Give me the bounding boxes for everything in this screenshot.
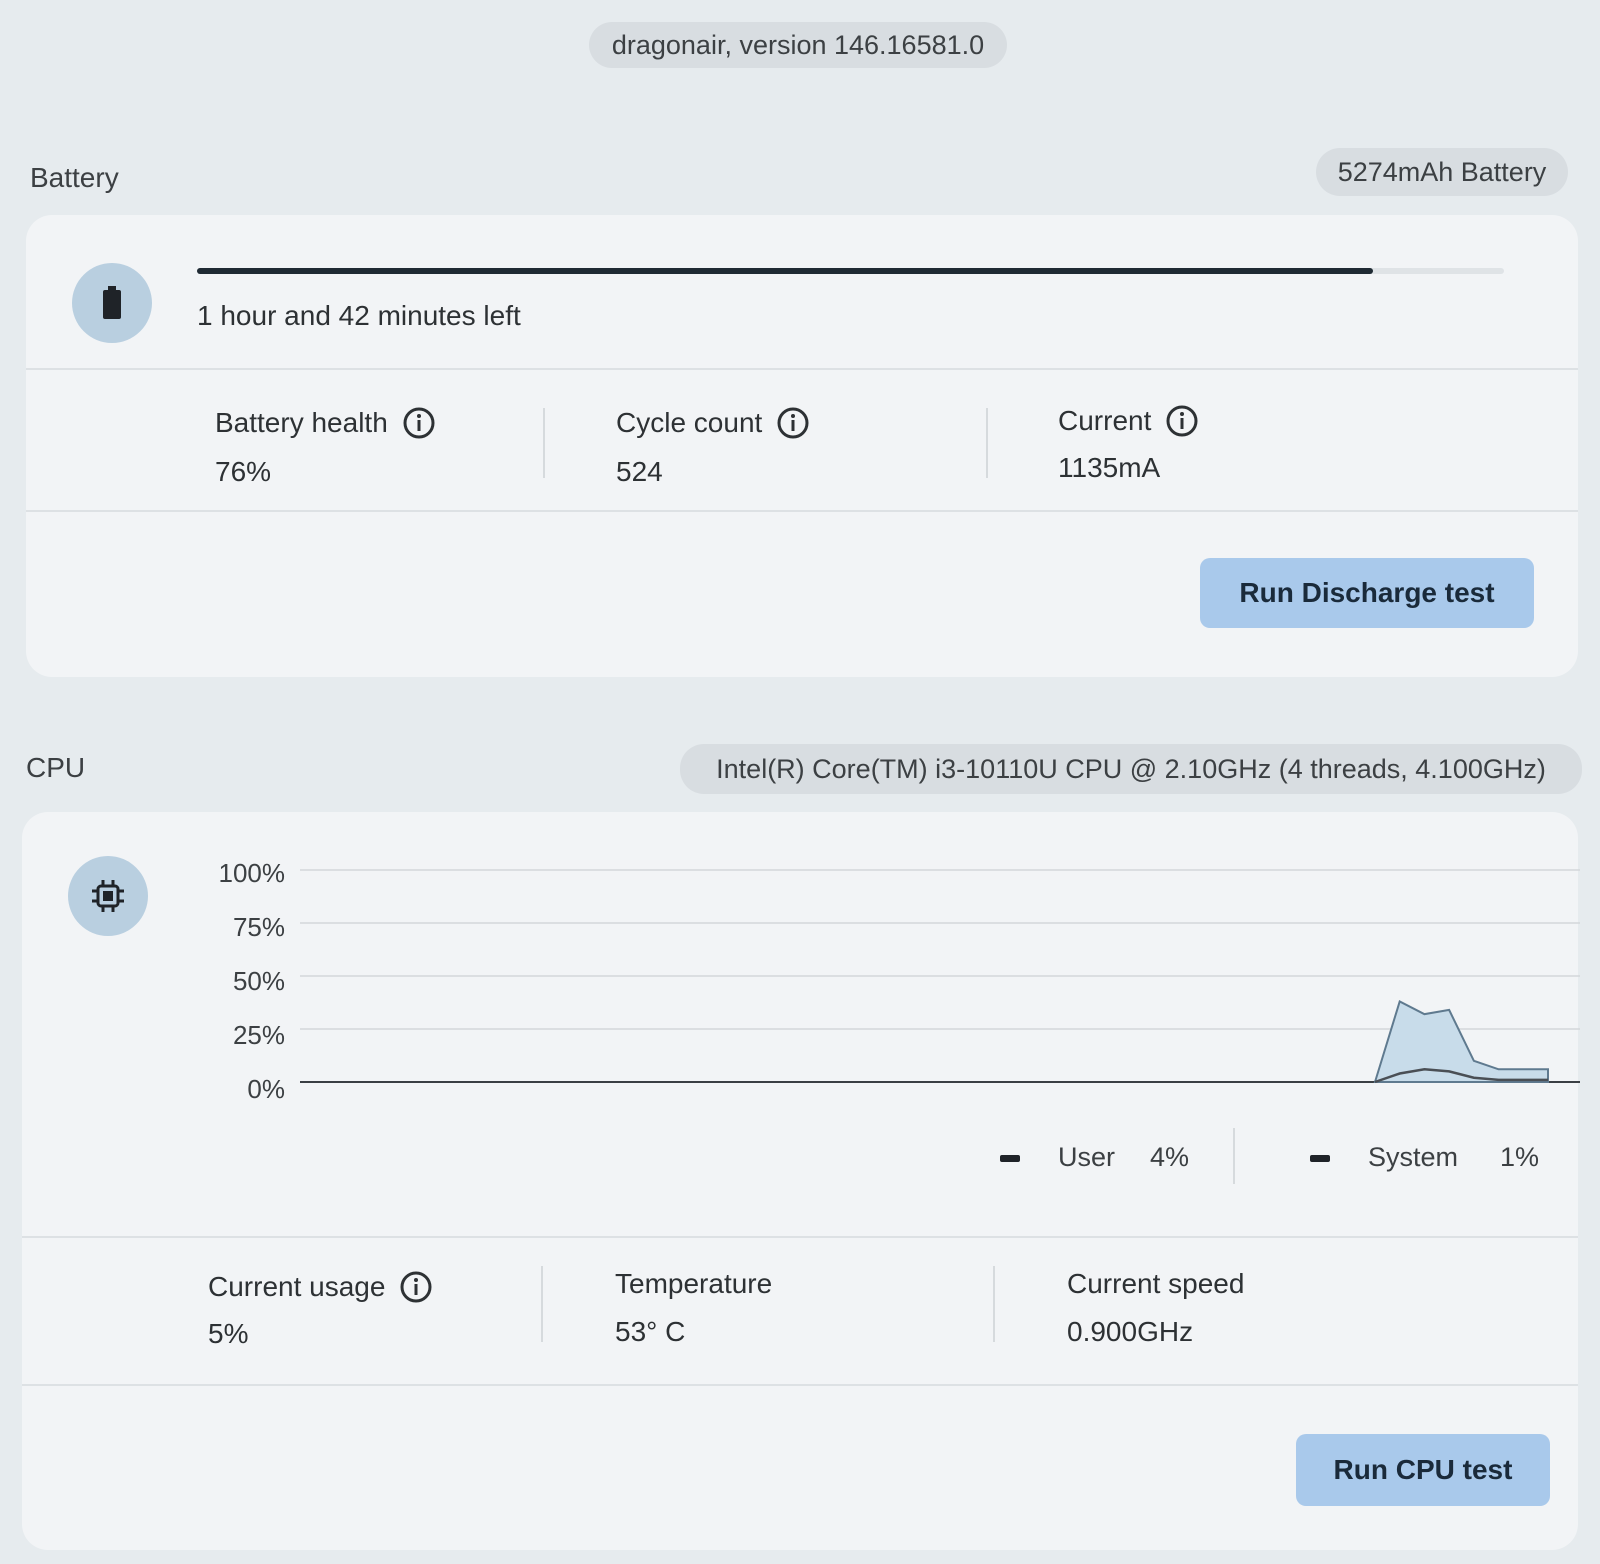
current-label-text: Current [1058, 405, 1152, 436]
y-tick-label: 0% [247, 1074, 285, 1104]
cpu-metric-divider [541, 1266, 543, 1342]
run-cpu-test-button[interactable]: Run CPU test [1296, 1434, 1550, 1506]
system-legend-value: 1% [1500, 1142, 1540, 1172]
battery-metric-divider [986, 408, 988, 478]
info-icon[interactable] [776, 406, 810, 440]
user-series-area [1373, 1000, 1549, 1083]
user-legend-marker [1000, 1155, 1020, 1162]
y-tick-label: 25% [232, 1020, 285, 1050]
run-cpu-test-label: Run CPU test [1333, 1454, 1513, 1485]
battery-capacity-chip: 5274mAh Battery [1316, 148, 1568, 196]
battery-divider-top [26, 368, 1578, 370]
temperature-label: Temperature [615, 1268, 772, 1300]
system-legend-marker [1310, 1155, 1330, 1162]
cycle-count-label-text: Cycle count [616, 407, 763, 438]
y-tick-label: 50% [232, 966, 285, 996]
current-usage-value: 5% [208, 1318, 249, 1349]
battery-time-left: 1 hour and 42 minutes left [197, 300, 521, 331]
info-icon[interactable] [1165, 404, 1199, 438]
battery-capacity-text: 5274mAh Battery [1337, 156, 1547, 187]
user-legend-value: 4% [1150, 1142, 1190, 1172]
current-usage-label-text: Current usage [208, 1271, 386, 1302]
y-tick-label: 75% [232, 912, 285, 942]
current-speed-label: Current speed [1067, 1268, 1244, 1300]
info-icon[interactable] [399, 1270, 433, 1304]
battery-charge-fill [197, 268, 1374, 274]
run-discharge-test-button[interactable]: Run Discharge test [1200, 558, 1534, 628]
system-legend-label: System [1368, 1142, 1459, 1172]
battery-icon [72, 263, 152, 343]
version-text: dragonair, version 146.16581.0 [611, 29, 985, 60]
battery-charge-bar [197, 268, 1504, 274]
legend-divider [1233, 1128, 1235, 1184]
battery-divider-bottom [26, 510, 1578, 512]
info-icon[interactable] [402, 406, 436, 440]
user-legend-label: User [1058, 1142, 1116, 1172]
run-discharge-test-label: Run Discharge test [1239, 577, 1495, 608]
battery-metric-divider [543, 408, 545, 478]
temperature-value: 53° C [615, 1316, 686, 1347]
cycle-count-label: Cycle count [616, 406, 810, 440]
battery-health-value: 76% [215, 456, 272, 487]
version-chip: dragonair, version 146.16581.0 [589, 22, 1007, 68]
battery-health-label: Battery health [215, 406, 436, 440]
cpu-chip-icon [68, 856, 148, 936]
cpu-section-title: CPU [26, 752, 86, 783]
battery-health-label-text: Battery health [215, 407, 388, 438]
cpu-model-chip: Intel(R) Core(TM) i3-10110U CPU @ 2.10GH… [680, 744, 1582, 794]
cycle-count-value: 524 [616, 456, 663, 487]
battery-section-title: Battery [30, 162, 119, 193]
current-value: 1135mA [1058, 452, 1161, 483]
y-tick-label: 100% [218, 858, 286, 888]
cpu-divider-bottom [22, 1384, 1578, 1386]
current-speed-label-text: Current speed [1067, 1268, 1245, 1299]
temperature-label-text: Temperature [615, 1268, 773, 1299]
current-label: Current [1058, 404, 1199, 438]
cpu-metric-divider [993, 1266, 995, 1342]
current-usage-label: Current usage [208, 1270, 433, 1304]
current-speed-value: 0.900GHz [1067, 1316, 1194, 1347]
cpu-divider-top [22, 1236, 1578, 1238]
cpu-model-text: Intel(R) Core(TM) i3-10110U CPU @ 2.10GH… [716, 753, 1546, 784]
cpu-usage-chart [300, 869, 1580, 1084]
